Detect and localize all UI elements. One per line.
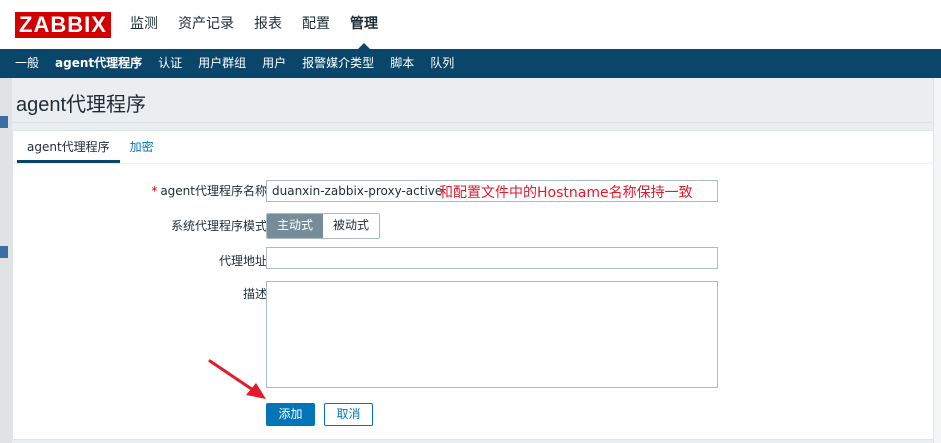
background-marker [0,246,8,258]
top-header: ZABBIX 监测 资产记录 报表 配置 管理 [0,0,941,49]
main-menu: 监测 资产记录 报表 配置 管理 [120,0,388,49]
sub-navigation: 一般 agent代理程序 认证 用户群组 用户 报警媒介类型 脚本 队列 [0,49,941,78]
scrollbar-track[interactable] [933,70,941,443]
proxy-address-input[interactable] [266,247,718,269]
main-menu-item-inventory[interactable]: 资产记录 [168,0,244,49]
tabs-divider [13,163,933,164]
sub-nav-item-media-types[interactable]: 报警媒介类型 [294,49,382,78]
main-menu-item-administration[interactable]: 管理 [340,0,388,49]
sub-nav-item-queue[interactable]: 队列 [422,49,462,78]
hostname-annotation: 和配置文件中的Hostname名称保持一致 [439,185,693,201]
proxy-mode-passive-option[interactable]: 被动式 [323,214,380,238]
page-title: agent代理程序 [16,94,147,116]
add-button[interactable]: 添加 [266,403,315,426]
proxy-mode-label: 系统代理程序模式 [170,219,267,233]
required-mark: * [151,184,158,198]
sub-nav-item-user-groups[interactable]: 用户群组 [190,49,254,78]
tab-encryption[interactable]: 加密 [120,131,164,163]
cancel-button[interactable]: 取消 [324,403,373,426]
proxy-mode-active-option[interactable]: 主动式 [267,214,324,238]
main-menu-item-reports[interactable]: 报表 [244,0,292,49]
form-panel: agent代理程序 加密 * agent代理程序名称 duanxin-zabbix… [12,130,934,440]
background-window-strip [0,70,12,443]
background-marker [0,116,8,128]
description-textarea[interactable] [266,281,718,388]
title-divider [12,122,934,123]
sub-nav-item-users[interactable]: 用户 [254,49,294,78]
proxy-name-label-text: agent代理程序名称 [160,184,267,198]
proxy-mode-toggle: 主动式 被动式 [266,213,381,239]
sub-nav-item-general[interactable]: 一般 [7,49,47,78]
sub-nav-item-scripts[interactable]: 脚本 [382,49,422,78]
main-menu-item-monitoring[interactable]: 监测 [120,0,168,49]
proxy-name-label: * agent代理程序名称 [151,182,267,199]
main-menu-item-configuration[interactable]: 配置 [292,0,340,49]
description-label: 描述 [242,287,267,301]
proxy-address-label: 代理地址 [218,254,267,268]
zabbix-logo[interactable]: ZABBIX [15,12,111,38]
sub-nav-item-authentication[interactable]: 认证 [150,49,190,78]
tab-proxy[interactable]: agent代理程序 [17,131,120,163]
red-pointer-arrow-icon [208,359,266,399]
form-tabs: agent代理程序 加密 [17,131,164,163]
sub-nav-item-proxies[interactable]: agent代理程序 [47,49,150,78]
